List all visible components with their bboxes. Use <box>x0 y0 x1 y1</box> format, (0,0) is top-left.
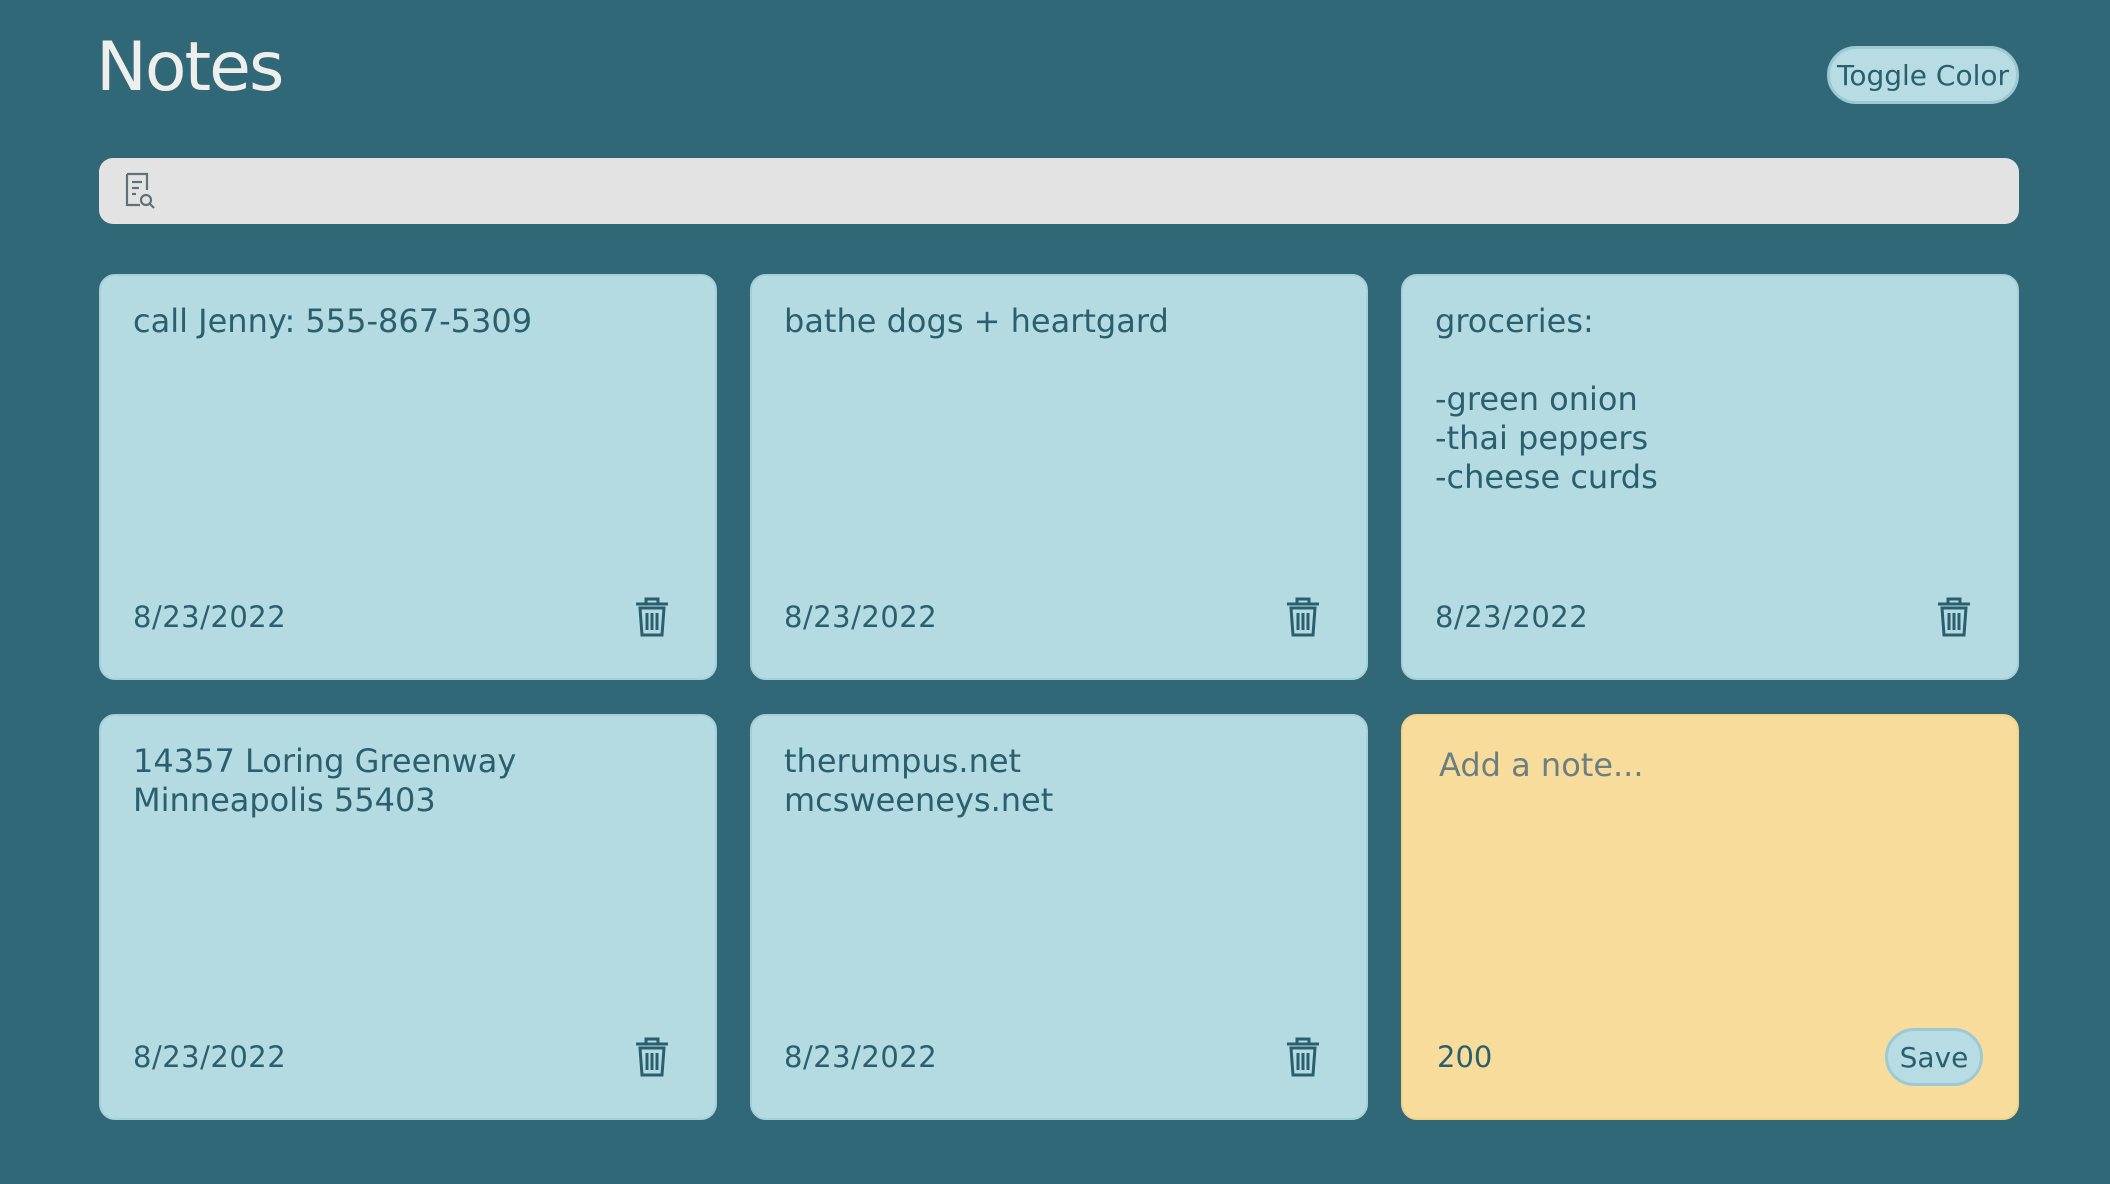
note-card: call Jenny: 555-867-5309 8/23/2022 <box>99 274 717 680</box>
toggle-color-button[interactable]: Toggle Color <box>1827 46 2019 104</box>
notes-app: Notes Toggle Color call Jenny: 555-867-5… <box>0 0 2110 1184</box>
trash-icon[interactable] <box>1284 1036 1322 1078</box>
trash-icon[interactable] <box>633 1036 671 1078</box>
note-footer: 8/23/2022 <box>784 1036 1322 1078</box>
note-text: bathe dogs + heartgard <box>784 302 1169 340</box>
note-footer: 8/23/2022 <box>1435 596 1973 638</box>
note-card: 14357 Loring Greenway Minneapolis 55403 … <box>99 714 717 1120</box>
note-text: therumpus.net mcsweeneys.net <box>784 742 1054 819</box>
note-date: 8/23/2022 <box>784 1040 938 1074</box>
page-title: Notes <box>96 28 284 107</box>
new-note-card: 200 Save <box>1401 714 2019 1120</box>
new-note-footer: 200 Save <box>1437 1028 1983 1086</box>
note-card: bathe dogs + heartgard 8/23/2022 <box>750 274 1368 680</box>
save-button[interactable]: Save <box>1885 1028 1983 1086</box>
search-bar[interactable] <box>99 158 2019 224</box>
note-card: groceries: -green onion -thai peppers -c… <box>1401 274 2019 680</box>
note-text: call Jenny: 555-867-5309 <box>133 302 533 340</box>
trash-icon[interactable] <box>1284 596 1322 638</box>
note-date: 8/23/2022 <box>133 600 287 634</box>
search-input[interactable] <box>169 158 2019 224</box>
note-date: 8/23/2022 <box>784 600 938 634</box>
note-text: 14357 Loring Greenway Minneapolis 55403 <box>133 742 517 819</box>
characters-remaining: 200 <box>1437 1040 1493 1074</box>
trash-icon[interactable] <box>1935 596 1973 638</box>
note-date: 8/23/2022 <box>1435 600 1589 634</box>
note-footer: 8/23/2022 <box>133 596 671 638</box>
notes-grid: call Jenny: 555-867-5309 8/23/2022 bathe… <box>99 274 2019 1120</box>
note-date: 8/23/2022 <box>133 1040 287 1074</box>
note-card: therumpus.net mcsweeneys.net 8/23/2022 <box>750 714 1368 1120</box>
search-document-icon <box>123 171 157 211</box>
note-text: groceries: -green onion -thai peppers -c… <box>1435 302 1658 496</box>
note-footer: 8/23/2022 <box>784 596 1322 638</box>
new-note-input[interactable] <box>1435 742 1985 1012</box>
note-footer: 8/23/2022 <box>133 1036 671 1078</box>
trash-icon[interactable] <box>633 596 671 638</box>
